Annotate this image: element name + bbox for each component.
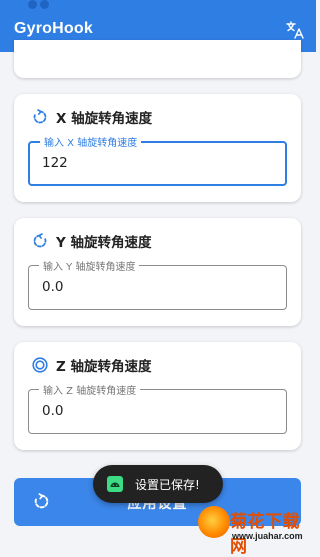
x-axis-header: X 轴旋转角速度 [32,107,152,127]
y-axis-header: Y 轴旋转角速度 [32,231,151,251]
previous-card [14,40,301,78]
y-axis-card: Y 轴旋转角速度 输入 Y 轴旋转角速度 [14,218,301,326]
y-axis-input[interactable] [42,279,262,295]
z-axis-header: Z 轴旋转角速度 [32,355,152,375]
z-axis-placeholder: 输入 Z 轴旋转角速度 [39,382,141,397]
site-watermark: 菊花下载网 www.juahar.com [198,504,316,557]
android-icon [107,476,123,492]
z-axis-input[interactable] [42,403,262,419]
rotate-counterclockwise-icon [33,233,47,248]
z-axis-field[interactable]: 输入 Z 轴旋转角速度 [28,382,287,434]
status-bar-icons [28,0,52,13]
saved-toast: 设置已保存! [93,465,223,503]
x-axis-placeholder: 输入 X 轴旋转角速度 [40,134,142,149]
watermark-logo [198,506,230,538]
z-axis-card: Z 轴旋转角速度 输入 Z 轴旋转角速度 [14,342,301,450]
toast-text: 设置已保存! [135,478,200,492]
x-axis-field[interactable]: 输入 X 轴旋转角速度 [28,134,287,186]
app-title: GyroHook [14,20,93,37]
x-axis-card: X 轴旋转角速度 输入 X 轴旋转角速度 [14,94,301,202]
x-axis-label: X 轴旋转角速度 [56,111,153,127]
translate-icon[interactable] [285,20,305,40]
y-axis-field[interactable]: 输入 Y 轴旋转角速度 [28,258,287,310]
y-axis-placeholder: 输入 Y 轴旋转角速度 [39,258,140,273]
target-circle-icon [32,357,48,373]
x-axis-input[interactable] [42,155,262,171]
y-axis-label: Y 轴旋转角速度 [56,235,152,251]
rotate-clockwise-icon [33,109,47,124]
watermark-url: www.juahar.com [232,531,303,541]
z-axis-label: Z 轴旋转角速度 [56,359,152,375]
